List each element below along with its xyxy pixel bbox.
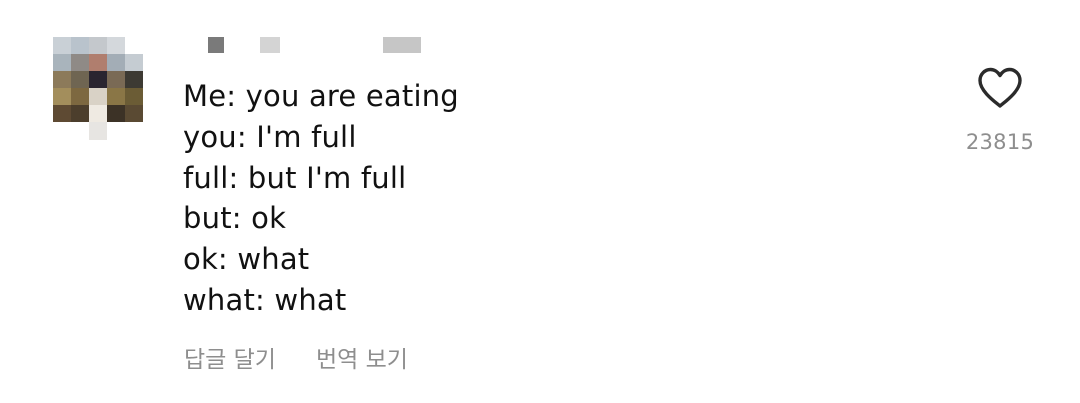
- like-count: 23815: [965, 130, 1035, 154]
- avatar-pixel: [71, 105, 89, 123]
- avatar-pixel: [53, 54, 71, 72]
- avatar-pixel: [71, 122, 89, 140]
- comment-actions: 답글 달기 번역 보기: [184, 340, 408, 374]
- avatar-pixel: [71, 37, 89, 55]
- avatar-pixel: [107, 122, 125, 140]
- avatar-pixel: [71, 71, 89, 89]
- avatar-pixel: [125, 71, 143, 89]
- avatar-pixel: [125, 122, 143, 140]
- username-blur-block: [260, 37, 280, 53]
- avatar-pixel: [107, 54, 125, 72]
- avatar-pixel: [53, 88, 71, 106]
- username-blurred[interactable]: [208, 37, 428, 54]
- reply-button[interactable]: 답글 달기: [184, 340, 276, 374]
- comment-text: Me: you are eating you: I'm full full: b…: [183, 76, 459, 321]
- avatar-pixel: [89, 54, 107, 72]
- avatar[interactable]: [53, 37, 143, 140]
- avatar-pixel: [89, 71, 107, 89]
- translate-button[interactable]: 번역 보기: [316, 340, 408, 374]
- avatar-pixel: [71, 54, 89, 72]
- heart-icon[interactable]: [976, 66, 1024, 110]
- comment: Me: you are eating you: I'm full full: b…: [0, 0, 1080, 403]
- comment-line: what: what: [183, 282, 347, 317]
- avatar-pixel: [53, 37, 71, 55]
- comment-line: you: I'm full: [183, 119, 357, 154]
- avatar-pixel: [125, 37, 143, 55]
- comment-line: ok: what: [183, 242, 310, 277]
- avatar-pixel: [107, 71, 125, 89]
- comment-line: but: ok: [183, 201, 287, 236]
- avatar-pixel: [125, 105, 143, 123]
- avatar-pixel: [89, 105, 107, 123]
- avatar-pixel: [89, 37, 107, 55]
- avatar-pixel: [53, 71, 71, 89]
- avatar-pixel: [125, 88, 143, 106]
- avatar-pixel: [89, 88, 107, 106]
- avatar-pixel: [125, 54, 143, 72]
- avatar-pixel: [89, 122, 107, 140]
- avatar-pixel: [107, 88, 125, 106]
- avatar-pixel: [53, 105, 71, 123]
- like-group: 23815: [955, 66, 1045, 154]
- username-blur-block: [383, 37, 421, 53]
- avatar-pixel: [107, 37, 125, 55]
- avatar-pixel: [53, 122, 71, 140]
- comment-line: Me: you are eating: [183, 79, 459, 113]
- comment-line: full: but I'm full: [183, 160, 407, 195]
- username-blur-block: [208, 37, 224, 53]
- avatar-pixel: [71, 88, 89, 106]
- avatar-pixel: [107, 105, 125, 123]
